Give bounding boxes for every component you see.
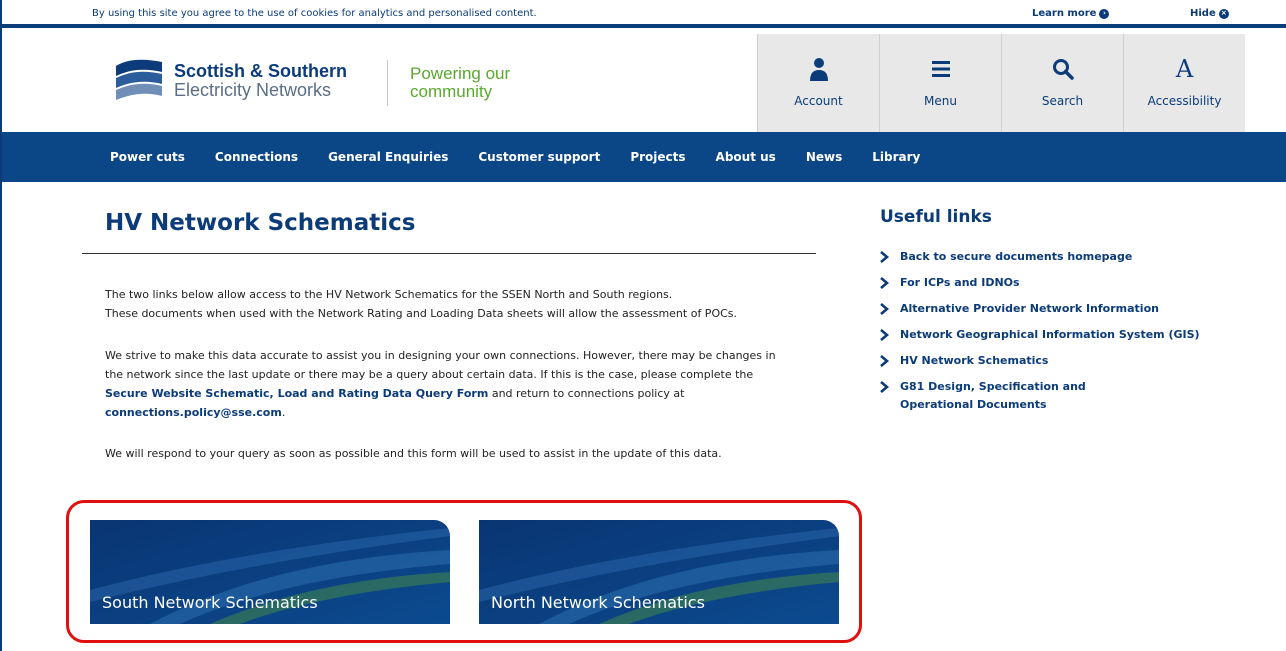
search-button[interactable]: Search	[1001, 34, 1123, 132]
header-tools: Account Menu Search A Accessibility	[757, 34, 1245, 132]
search-icon	[1052, 56, 1074, 82]
intro-paragraph: The two links below allow access to the …	[105, 285, 845, 323]
chevron-right-icon	[880, 329, 890, 341]
site-logo[interactable]: Scottish & Southern Electricity Networks	[112, 54, 347, 108]
main-nav: Power cuts Connections General Enquiries…	[2, 132, 1286, 182]
chevron-right-icon	[880, 381, 890, 393]
useful-link-label: For ICPs and IDNOs	[900, 276, 1020, 289]
logo-line-1: Scottish & Southern	[174, 61, 348, 82]
cookie-hide-label: Hide	[1190, 8, 1216, 19]
nav-item-about-us[interactable]: About us	[716, 150, 776, 164]
response-paragraph: We will respond to your query as soon as…	[105, 447, 722, 460]
nav-item-customer-support[interactable]: Customer support	[478, 150, 600, 164]
data-accuracy-paragraph: We strive to make this data accurate to …	[105, 346, 845, 422]
useful-link-gis[interactable]: Network Geographical Information System …	[878, 326, 1208, 344]
accessibility-button[interactable]: A Accessibility	[1123, 34, 1245, 132]
cookie-message: By using this site you agree to the use …	[92, 8, 537, 19]
chevron-right-icon	[880, 277, 890, 289]
search-label: Search	[1041, 94, 1084, 108]
accuracy-line-2: the network since the last update or the…	[105, 368, 754, 381]
menu-label: Menu	[924, 94, 957, 108]
accuracy-line-1: We strive to make this data accurate to …	[105, 349, 776, 362]
query-form-link[interactable]: Secure Website Schematic, Load and Ratin…	[105, 387, 488, 400]
intro-line-1: The two links below allow access to the …	[105, 288, 673, 301]
useful-link-label: Back to secure documents homepage	[900, 250, 1133, 263]
title-divider	[82, 253, 816, 254]
menu-button[interactable]: Menu	[879, 34, 1001, 132]
useful-link-label: HV Network Schematics	[900, 354, 1049, 367]
useful-link-label: Network Geographical Information System …	[900, 328, 1200, 341]
intro-line-2: These documents when used with the Netwo…	[105, 307, 738, 320]
useful-links-list: Back to secure documents homepage For IC…	[878, 248, 1208, 422]
nav-item-news[interactable]: News	[806, 150, 842, 164]
chevron-right-icon	[880, 355, 890, 367]
nav-item-library[interactable]: Library	[872, 150, 920, 164]
useful-link-alternative-provider[interactable]: Alternative Provider Network Information	[878, 300, 1208, 318]
cookie-learn-more-label: Learn more	[1032, 8, 1097, 19]
tagline: Powering our community	[410, 65, 510, 101]
chevron-right-icon	[880, 251, 890, 263]
useful-links-title: Useful links	[880, 207, 992, 227]
accessibility-label: Accessibility	[1147, 94, 1222, 108]
cookie-learn-more-link[interactable]: Learn more ›	[1032, 8, 1110, 19]
connections-policy-email-link[interactable]: connections.policy@sse.com	[105, 406, 282, 419]
logo-line-2: Electricity Networks	[174, 80, 332, 100]
useful-link-secure-documents-home[interactable]: Back to secure documents homepage	[878, 248, 1208, 266]
useful-link-label: Alternative Provider Network Information	[900, 302, 1159, 315]
page-title: HV Network Schematics	[105, 210, 416, 236]
useful-link-label: G81 Design, Specification and Operationa…	[900, 380, 1086, 411]
ssen-logo-mark-icon	[112, 54, 166, 108]
nav-item-connections[interactable]: Connections	[215, 150, 298, 164]
accuracy-line-3-text: and return to connections policy at	[488, 387, 685, 400]
useful-link-g81-documents[interactable]: G81 Design, Specification and Operationa…	[878, 378, 1208, 414]
useful-link-hv-network-schematics[interactable]: HV Network Schematics	[878, 352, 1208, 370]
logo-divider	[387, 60, 388, 106]
useful-link-icps-idnos[interactable]: For ICPs and IDNOs	[878, 274, 1208, 292]
close-circle-icon: ×	[1218, 8, 1229, 19]
nav-item-projects[interactable]: Projects	[630, 150, 685, 164]
cookie-hide-button[interactable]: Hide ×	[1190, 8, 1229, 19]
tagline-line-2: community	[410, 81, 493, 101]
person-icon	[809, 56, 829, 82]
accessibility-a-icon: A	[1175, 55, 1194, 83]
chevron-right-icon	[880, 303, 890, 315]
tagline-line-1: Powering our	[410, 64, 511, 83]
account-label: Account	[794, 94, 843, 108]
nav-item-general-enquiries[interactable]: General Enquiries	[328, 150, 448, 164]
site-header: Scottish & Southern Electricity Networks…	[2, 32, 1286, 132]
nav-item-power-cuts[interactable]: Power cuts	[110, 150, 185, 164]
account-button[interactable]: Account	[757, 34, 879, 132]
red-highlight-annotation	[66, 500, 862, 643]
hamburger-menu-icon	[931, 56, 951, 82]
chevron-right-circle-icon: ›	[1099, 8, 1110, 19]
accuracy-line-4-end: .	[281, 406, 286, 419]
cookie-bar: By using this site you agree to the use …	[2, 0, 1286, 28]
